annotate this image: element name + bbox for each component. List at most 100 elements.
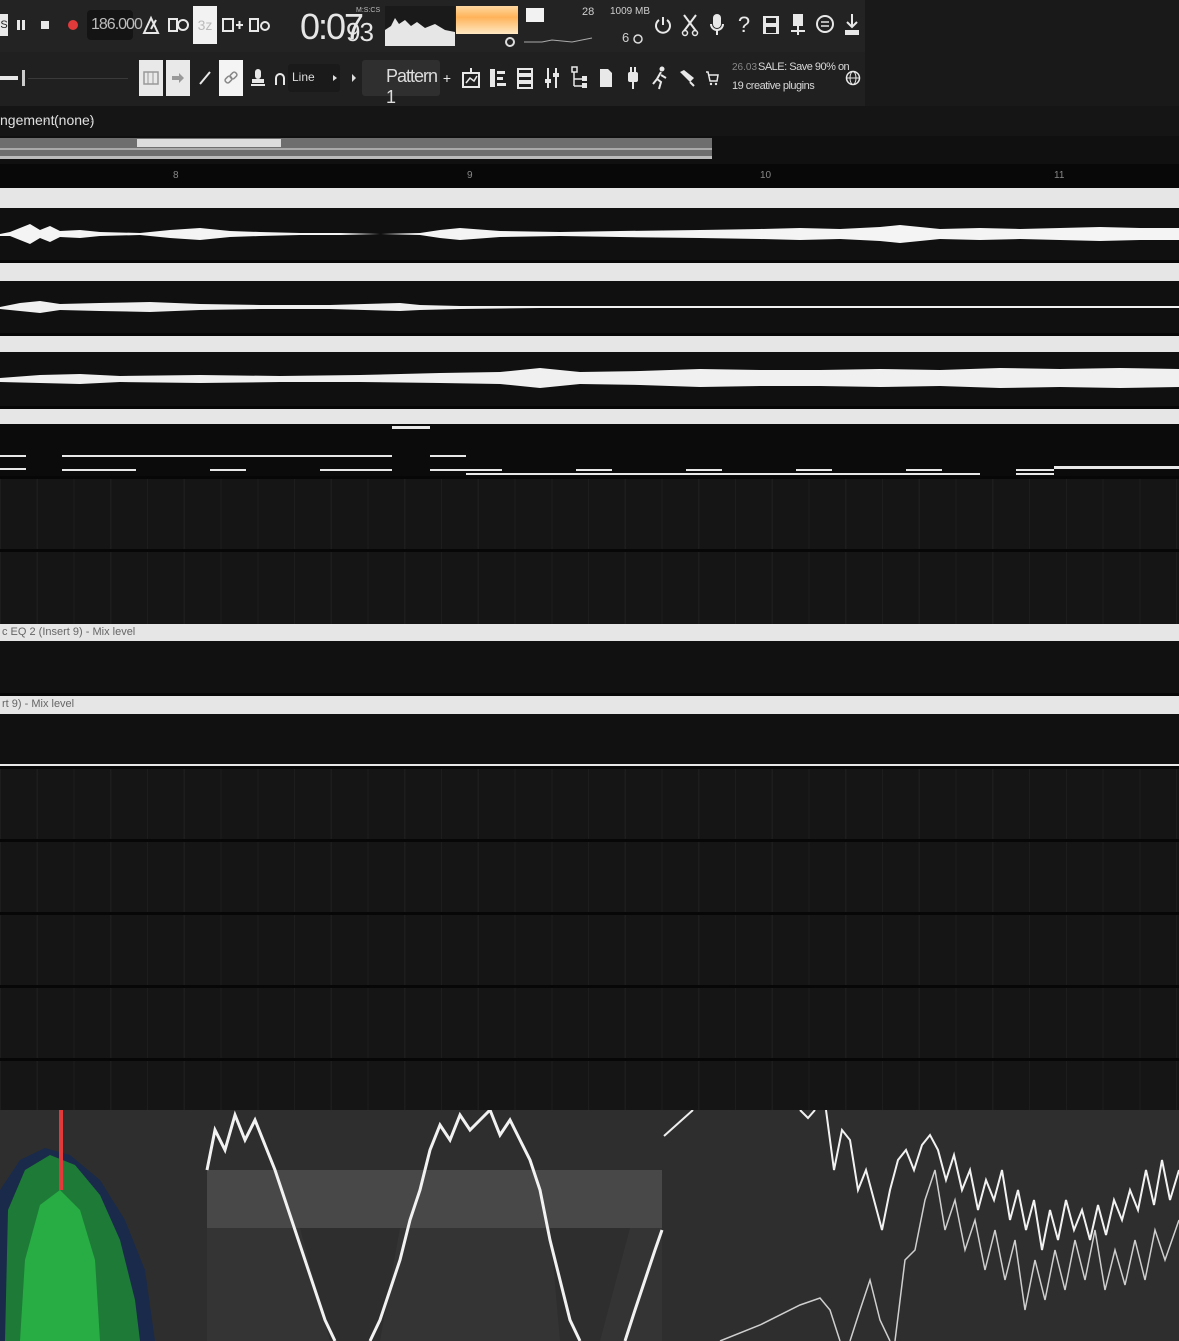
download-icon[interactable] — [839, 12, 865, 38]
master-oscilloscope — [385, 6, 455, 46]
ruler-bar-number: 9 — [467, 170, 473, 181]
audio-clip-header[interactable] — [0, 188, 1179, 208]
pattern-selector[interactable]: Pattern 1 — [362, 60, 440, 107]
master-slider[interactable] — [0, 76, 18, 80]
stop-button[interactable] — [34, 12, 56, 38]
document-icon[interactable] — [594, 62, 618, 94]
empty-track[interactable] — [0, 552, 1179, 622]
globe-icon[interactable] — [843, 66, 863, 90]
toolbar-empty-area — [865, 0, 1179, 106]
playlist-breadcrumb-bar: ngement › (none) › — [0, 106, 1179, 136]
automation-clip-1[interactable] — [0, 641, 1179, 693]
pattern-clip-header[interactable] — [0, 409, 1179, 424]
memory-value: 1009 MB — [610, 6, 651, 17]
pause-button[interactable] — [10, 12, 32, 38]
metronome-icon[interactable] — [138, 12, 164, 38]
empty-track[interactable] — [0, 479, 1179, 549]
tools-icon[interactable] — [675, 62, 699, 94]
automation-clip-label: c EQ 2 (Insert 9) - Mix level — [2, 626, 136, 638]
news-date: 26.03 — [732, 62, 758, 73]
export-icon[interactable] — [785, 12, 811, 38]
empty-track[interactable] — [0, 915, 1179, 985]
automation-clip-label: rt 9) - Mix level — [2, 698, 75, 710]
timeline-ruler[interactable]: 8 9 10 11 — [0, 164, 1179, 188]
chat-icon[interactable] — [812, 12, 838, 38]
piano-roll-icon[interactable] — [486, 62, 510, 94]
browser-icon[interactable] — [567, 62, 591, 94]
pattern-prev-icon[interactable] — [346, 64, 362, 92]
plugin-icon[interactable] — [621, 62, 645, 94]
audio-clip-2[interactable] — [0, 281, 1179, 333]
audio-clip-3[interactable] — [0, 352, 1179, 406]
help-icon[interactable]: ? — [731, 12, 757, 38]
audio-clip-1[interactable] — [0, 208, 1179, 260]
automation-clip-2[interactable] — [0, 714, 1179, 766]
waveform-band — [207, 1170, 662, 1228]
ruler-bar-number: 8 — [173, 170, 179, 181]
automation-clip-header[interactable]: rt 9) - Mix level — [0, 696, 1179, 714]
cpu-monitor: 28 — [522, 4, 602, 48]
add-pattern-button[interactable]: + — [440, 64, 454, 92]
performance-icon[interactable] — [648, 62, 672, 94]
overview-line — [0, 148, 712, 150]
arrow-right-icon[interactable] — [166, 60, 190, 96]
channel-rack-icon[interactable] — [513, 62, 537, 94]
step-edit-icon[interactable] — [220, 12, 246, 38]
save-icon[interactable] — [758, 12, 784, 38]
snap-value: Line — [292, 70, 315, 84]
mixer-icon[interactable] — [540, 62, 564, 94]
time-display[interactable]: 0:07 M:S:CS 93 — [296, 4, 380, 48]
countdown-toggle[interactable]: 3z — [193, 6, 217, 44]
news-line-1: SALE: Save 90% on — [758, 61, 850, 73]
pattern-clip-notes[interactable] — [0, 424, 1179, 476]
news-line-2: 19 creative plugins — [732, 80, 815, 92]
empty-track[interactable] — [0, 988, 1179, 1058]
playlist-window-icon[interactable] — [459, 62, 483, 94]
memory-monitor: 1009 MB 6 — [606, 4, 650, 48]
cpu-value: 28 — [582, 6, 595, 18]
playlist-mode-icon[interactable] — [139, 60, 163, 96]
pattern-name: Pattern 1 — [386, 66, 438, 107]
stamp-icon[interactable] — [246, 62, 270, 94]
snap-select[interactable]: Line — [288, 64, 340, 92]
ruler-bar-number: 10 — [760, 170, 772, 181]
empty-track[interactable] — [0, 769, 1179, 839]
master-pitch-icon[interactable] — [504, 35, 516, 47]
tempo-value: 186.000 — [91, 16, 143, 33]
spectrum-analyzer — [799, 1110, 1179, 1251]
link-icon[interactable] — [219, 60, 243, 96]
loop-record-icon[interactable] — [247, 12, 273, 38]
vectorscope — [0, 1110, 155, 1341]
automation-clip-header[interactable]: c EQ 2 (Insert 9) - Mix level — [0, 624, 1179, 641]
polyphony-value: 6 — [622, 30, 630, 45]
playlist-overview[interactable] — [0, 136, 1179, 164]
time-unit: M:S:CS — [356, 7, 381, 14]
audio-clip-header[interactable] — [0, 263, 1179, 281]
magnet-icon[interactable] — [272, 68, 288, 90]
breadcrumb-separator-icon: › — [44, 115, 48, 126]
cut-tool-icon[interactable] — [677, 12, 703, 38]
main-toolbar: S 186.000 3z 0:07 M:S:CS 93 28 1009 MB 6… — [0, 0, 1179, 107]
microphone-icon[interactable] — [704, 12, 730, 38]
news-panel[interactable]: 26.03 SALE: Save 90% on 19 creative plug… — [728, 60, 850, 98]
overview-scrollbar[interactable] — [0, 156, 712, 159]
shop-cart-icon[interactable] — [702, 62, 722, 94]
power-icon[interactable] — [650, 12, 676, 38]
overview-view-window[interactable] — [137, 139, 281, 147]
breadcrumb-separator-icon: › — [90, 115, 94, 126]
audio-clip-header[interactable] — [0, 336, 1179, 352]
record-button[interactable] — [62, 12, 84, 38]
breadcrumb-clip[interactable]: (none) — [54, 112, 94, 128]
pencil-icon[interactable] — [193, 62, 217, 94]
slider-handle[interactable] — [22, 70, 25, 86]
master-volume-peak[interactable] — [456, 6, 518, 34]
empty-track[interactable] — [0, 1061, 1179, 1110]
audio-visualizer-panel — [0, 1110, 1179, 1341]
slider-track — [28, 78, 128, 79]
ruler-bar-number: 11 — [1054, 170, 1065, 181]
song-mode-toggle[interactable]: S — [0, 14, 8, 36]
tempo-display[interactable]: 186.000 — [87, 10, 143, 40]
empty-track[interactable] — [0, 842, 1179, 912]
wait-for-input-icon[interactable] — [166, 12, 192, 38]
playlist-tracks[interactable]: c EQ 2 (Insert 9) - Mix level rt 9) - Mi… — [0, 188, 1179, 1110]
